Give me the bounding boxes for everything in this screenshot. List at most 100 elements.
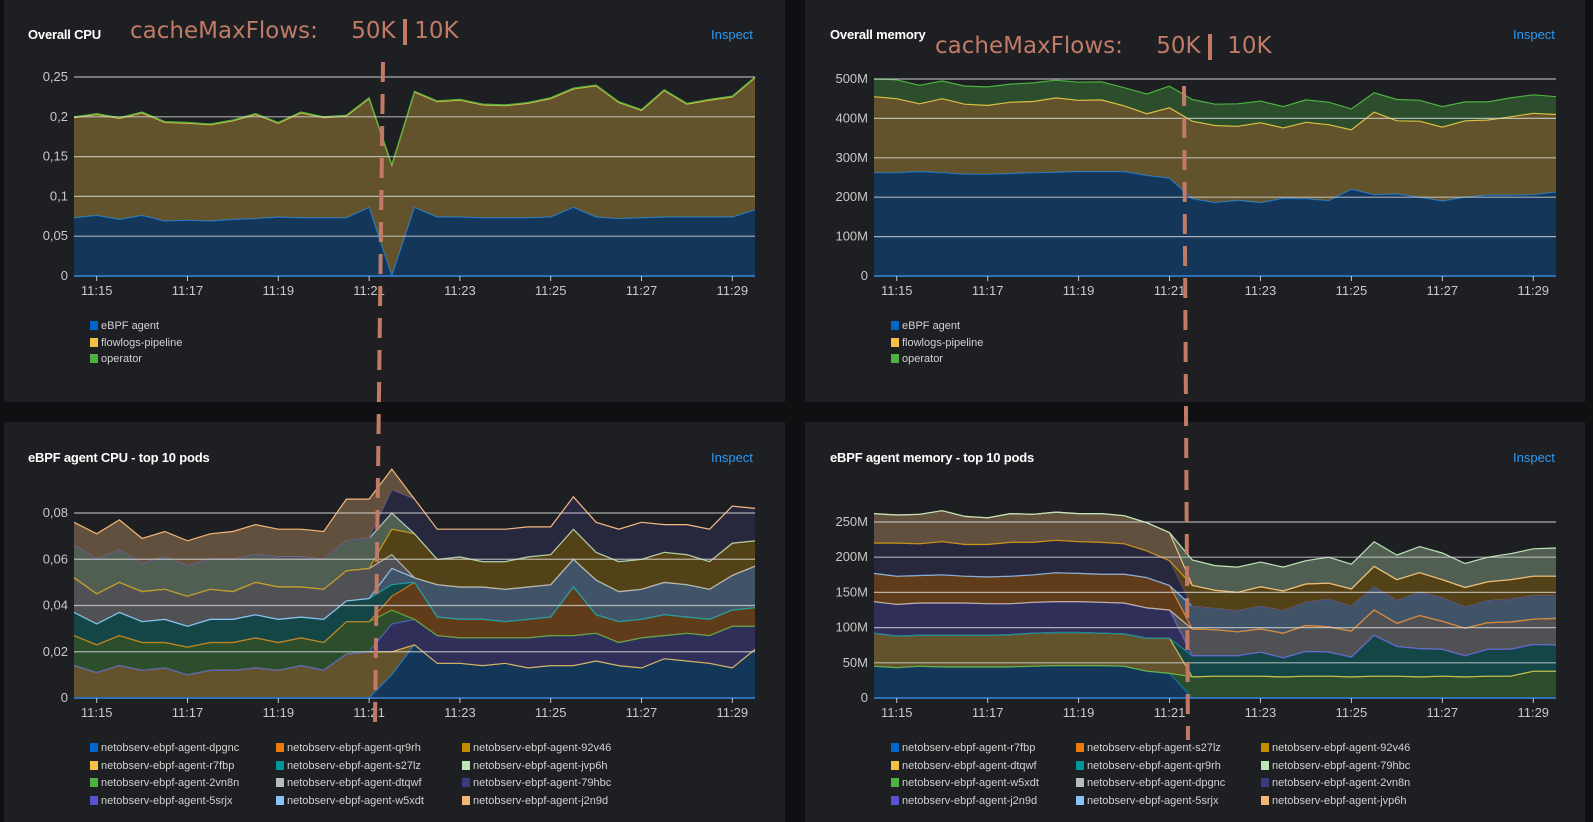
x-tick-label: 11:19 — [263, 705, 295, 720]
charts-canvas: 0 0,05 0,1 0,15 0,2 0,25 11:15 11:17 11:19 11:21 1… — [43, 61, 1557, 741]
x-tick-label: 11:25 — [535, 283, 567, 298]
legend-item[interactable]: operator — [891, 353, 943, 365]
x-tick-label: 11:21 — [1154, 705, 1186, 720]
x-tick-label: 11:17 — [972, 705, 1004, 720]
y-tick-label: 100M — [835, 229, 868, 244]
legend-item[interactable]: eBPF agent — [90, 320, 159, 332]
legend-swatch — [891, 778, 899, 788]
legend-item[interactable]: netobserv-ebpf-agent-92v46 — [462, 742, 611, 754]
legend-label: netobserv-ebpf-agent-s27lz — [287, 759, 421, 772]
legend-label: netobserv-ebpf-agent-r7fbp — [902, 742, 1036, 754]
legend-item[interactable]: netobserv-ebpf-agent-5srjx — [90, 795, 232, 807]
cache-annotation-cpu: cacheMaxFlows: 50K 10K — [130, 18, 459, 45]
legend-item[interactable]: flowlogs-pipeline — [90, 337, 182, 349]
y-tick-label: 0,08 — [43, 505, 68, 520]
legend-item[interactable]: operator — [90, 353, 142, 365]
legend-item[interactable]: netobserv-ebpf-agent-w5xdt — [276, 795, 424, 807]
y-tick-label: 0 — [61, 690, 68, 705]
legend-swatch — [276, 796, 284, 806]
legend-label: netobserv-ebpf-agent-j2n9d — [902, 795, 1038, 808]
y-tick-label: 500M — [835, 71, 868, 86]
legend-item[interactable]: eBPF agent — [891, 320, 960, 332]
legend-item[interactable]: netobserv-ebpf-agent-92v46 — [1261, 742, 1410, 754]
y-tick-label: 200M — [835, 189, 868, 204]
legend-swatch — [1261, 778, 1269, 788]
y-tick-label: 300M — [835, 150, 868, 165]
annotation-after: 10K — [414, 18, 459, 44]
legend-swatch — [891, 354, 899, 363]
legend-item[interactable]: netobserv-ebpf-agent-79hbc — [1261, 760, 1410, 772]
y-tick-label: 0,06 — [43, 551, 68, 566]
annotation-after: 10K — [1227, 33, 1272, 59]
legend-item[interactable]: netobserv-ebpf-agent-r7fbp — [891, 742, 1035, 754]
y-tick-label: 400M — [835, 110, 868, 125]
cache-annotation-memory: cacheMaxFlows: 50K 10K — [935, 33, 1272, 60]
legend-label: netobserv-ebpf-agent-jvp6h — [473, 759, 608, 772]
legend-label: eBPF agent — [902, 320, 961, 332]
legend-item[interactable]: netobserv-ebpf-agent-w5xdt — [891, 777, 1039, 789]
legend-item[interactable]: netobserv-ebpf-agent-j2n9d — [462, 795, 608, 807]
legend-item[interactable]: flowlogs-pipeline — [891, 337, 983, 349]
legend-item[interactable]: netobserv-ebpf-agent-2vn8n — [90, 777, 239, 789]
x-tick-label: 11:23 — [444, 705, 476, 720]
y-tick-label: 0,15 — [43, 149, 68, 164]
x-tick-label: 11:23 — [444, 283, 476, 298]
legend-swatch — [1076, 760, 1084, 770]
legend-swatch — [90, 760, 98, 770]
legend-swatch — [462, 743, 470, 752]
legend-item[interactable]: netobserv-ebpf-agent-2vn8n — [1261, 777, 1410, 789]
legend-label: netobserv-ebpf-agent-qr9rh — [1087, 759, 1221, 772]
y-tick-label: 0,25 — [43, 69, 68, 84]
legend-item[interactable]: netobserv-ebpf-agent-r7fbp — [90, 760, 234, 772]
legend-label: netobserv-ebpf-agent-5srjx — [1087, 795, 1219, 808]
legend-item[interactable]: netobserv-ebpf-agent-jvp6h — [1261, 795, 1407, 807]
legend-item[interactable]: netobserv-ebpf-agent-s27lz — [276, 760, 421, 772]
x-tick-label: 11:15 — [881, 283, 913, 298]
annotation-prefix: cacheMaxFlows: — [130, 18, 318, 44]
legend-item[interactable]: netobserv-ebpf-agent-s27lz — [1076, 742, 1221, 754]
x-tick-label: 11:23 — [1245, 705, 1277, 720]
legend-item[interactable]: netobserv-ebpf-agent-dpgnc — [1076, 777, 1225, 789]
x-tick-label: 11:25 — [1336, 283, 1368, 298]
legend-swatch — [891, 743, 899, 752]
legend-item[interactable]: netobserv-ebpf-agent-qr9rh — [1076, 760, 1221, 772]
annotation-before: 50K — [351, 18, 396, 44]
legend-swatch — [276, 743, 284, 752]
y-tick-label: 0,02 — [43, 644, 68, 659]
legend-label: flowlogs-pipeline — [902, 336, 984, 349]
legend-item[interactable]: netobserv-ebpf-agent-dpgnc — [90, 742, 239, 754]
legend-item[interactable]: netobserv-ebpf-agent-79hbc — [462, 777, 611, 789]
y-tick-label: 100M — [835, 620, 868, 635]
x-tick-label: 11:29 — [1517, 705, 1549, 720]
legend-label: operator — [902, 353, 943, 365]
legend-item[interactable]: netobserv-ebpf-agent-qr9rh — [276, 742, 421, 754]
legend-swatch — [462, 796, 470, 806]
legend-item[interactable]: netobserv-ebpf-agent-dtqwf — [276, 777, 422, 789]
legend-label: netobserv-ebpf-agent-2vn8n — [101, 777, 240, 790]
y-tick-label: 150M — [835, 584, 868, 599]
legend-label: netobserv-ebpf-agent-79hbc — [1272, 759, 1411, 772]
x-tick-label: 11:27 — [626, 705, 658, 720]
legend-item[interactable]: netobserv-ebpf-agent-dtqwf — [891, 760, 1037, 772]
x-tick-label: 11:27 — [1427, 705, 1459, 720]
annotation-prefix: cacheMaxFlows: — [935, 33, 1123, 59]
legend-swatch — [1261, 760, 1269, 770]
x-tick-label: 11:15 — [81, 705, 113, 720]
legend-item[interactable]: netobserv-ebpf-agent-5srjx — [1076, 795, 1218, 807]
legend-swatch — [90, 796, 98, 806]
legend-swatch — [462, 760, 470, 770]
legend-label: netobserv-ebpf-agent-dpgnc — [1087, 777, 1226, 790]
legend-swatch — [1076, 743, 1084, 752]
legend-swatch — [276, 778, 284, 788]
legend-label: operator — [101, 353, 142, 365]
legend-swatch — [1261, 796, 1269, 806]
x-tick-label: 11:17 — [172, 705, 204, 720]
legend-item[interactable]: netobserv-ebpf-agent-j2n9d — [891, 795, 1037, 807]
legend-label: netobserv-ebpf-agent-w5xdt — [287, 795, 424, 808]
legend-label: netobserv-ebpf-agent-j2n9d — [473, 795, 609, 808]
legend-label: netobserv-ebpf-agent-92v46 — [473, 742, 612, 754]
legend-item[interactable]: netobserv-ebpf-agent-jvp6h — [462, 760, 608, 772]
legend-swatch — [1261, 743, 1269, 752]
x-tick-label: 11:19 — [1063, 283, 1095, 298]
y-tick-label: 0,2 — [50, 109, 68, 124]
